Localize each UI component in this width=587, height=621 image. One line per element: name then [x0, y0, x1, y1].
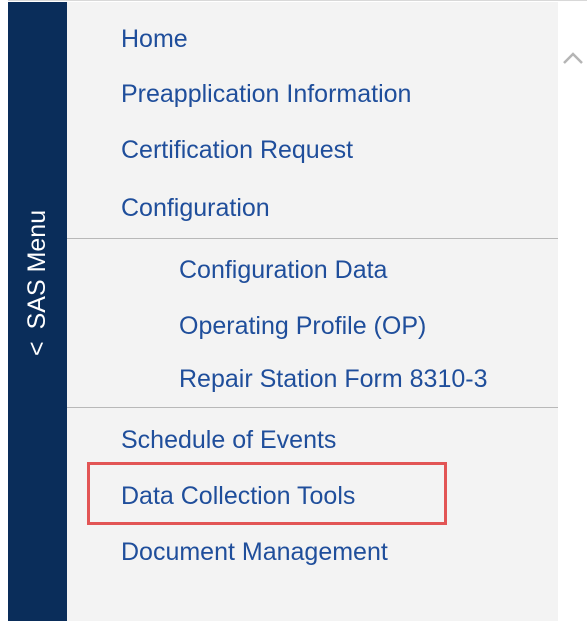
menu-item-certification-request[interactable]: Certification Request [121, 135, 353, 165]
submenu-item-configuration-data[interactable]: Configuration Data [179, 255, 387, 285]
menu-item-home[interactable]: Home [121, 24, 188, 54]
scroll-area [558, 2, 587, 621]
sas-menu-panel: Home Preapplication Information Certific… [67, 2, 558, 621]
top-border [8, 0, 587, 1]
menu-item-data-collection-tools[interactable]: Data Collection Tools [121, 481, 355, 511]
divider [67, 238, 558, 239]
submenu-item-repair-station-form[interactable]: Repair Station Form 8310-3 [179, 364, 487, 394]
divider [67, 407, 558, 408]
menu-item-preapplication-information[interactable]: Preapplication Information [121, 79, 411, 109]
left-edge [0, 0, 8, 621]
submenu-item-operating-profile[interactable]: Operating Profile (OP) [179, 311, 426, 341]
menu-item-schedule-of-events[interactable]: Schedule of Events [121, 425, 336, 455]
chevron-up-icon[interactable] [562, 50, 584, 66]
menu-item-configuration[interactable]: Configuration [121, 193, 270, 223]
chevron-up-icon: < [23, 341, 51, 356]
sas-menu-label: SAS Menu [23, 209, 51, 330]
sas-menu-label-group: < SAS Menu [21, 210, 53, 356]
menu-item-document-management[interactable]: Document Management [121, 537, 388, 567]
sas-menu-toggle[interactable]: < SAS Menu [8, 2, 67, 621]
